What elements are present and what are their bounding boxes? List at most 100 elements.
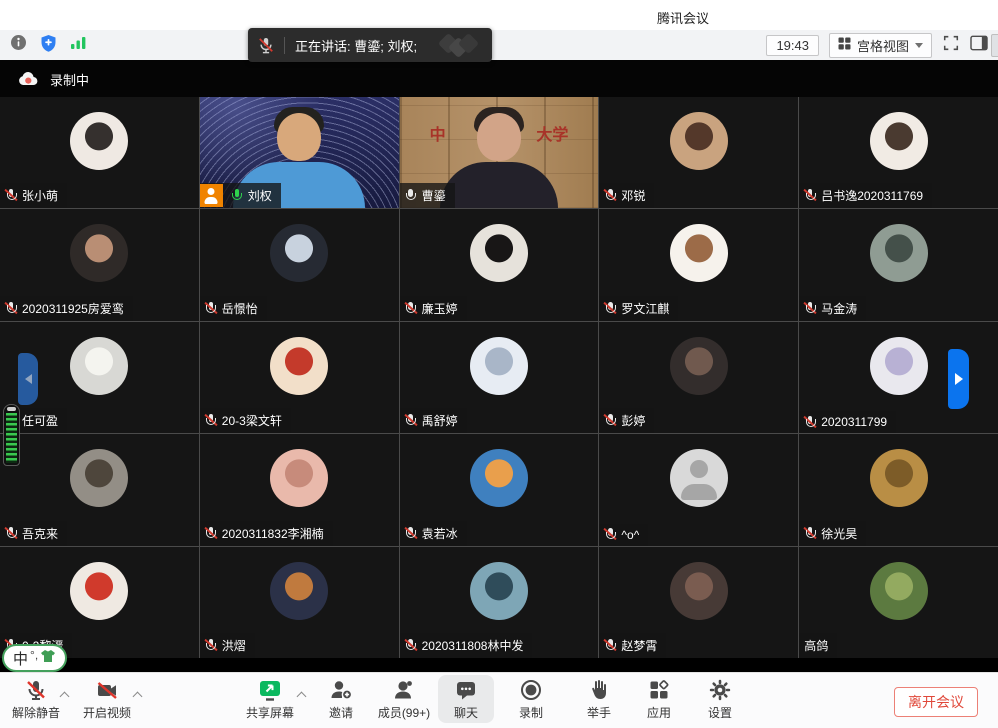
mic-status-icon bbox=[205, 302, 217, 315]
participant-tile[interactable]: 徐光昊 bbox=[799, 434, 998, 545]
participant-tile[interactable]: ^o^ bbox=[599, 434, 798, 545]
participant-tile[interactable]: 罗文江麒 bbox=[599, 209, 798, 320]
share-screen-label: 共享屏幕 bbox=[246, 704, 294, 721]
participant-tile[interactable]: 20-3梁文轩 bbox=[200, 322, 399, 433]
meeting-info-icon[interactable] bbox=[10, 34, 27, 56]
host-badge bbox=[200, 184, 223, 207]
participant-tile[interactable]: 刘权 bbox=[200, 97, 399, 208]
avatar bbox=[270, 337, 328, 395]
mic-status-icon bbox=[405, 639, 417, 652]
avatar bbox=[870, 562, 928, 620]
name-tag: 洪熠 bbox=[200, 633, 255, 658]
participant-name: 任可盈 bbox=[22, 412, 58, 429]
participant-tile[interactable]: 2020311832李湘楠 bbox=[200, 434, 399, 545]
video-options-chevron[interactable] bbox=[133, 690, 143, 700]
participant-tile[interactable]: 张小萌 bbox=[0, 97, 199, 208]
participant-name: 曹鎏 bbox=[422, 187, 446, 204]
participant-tile[interactable]: 洪熠 bbox=[200, 547, 399, 658]
mic-status-icon bbox=[804, 302, 816, 315]
participant-tile[interactable]: 高鸽 bbox=[799, 547, 998, 658]
name-tag: 2020311832李湘楠 bbox=[200, 521, 333, 546]
avatar bbox=[70, 562, 128, 620]
settings-gear-icon bbox=[708, 678, 732, 702]
ime-status-popup[interactable]: 中 °, bbox=[2, 644, 67, 672]
members-icon bbox=[392, 678, 416, 702]
avatar bbox=[470, 449, 528, 507]
participant-name: 20-3梁文轩 bbox=[222, 412, 282, 429]
name-tag: 张小萌 bbox=[0, 183, 67, 208]
participant-tile[interactable]: 赵梦霄 bbox=[599, 547, 798, 658]
name-tag: 赵梦霄 bbox=[599, 633, 666, 658]
watermark-logo bbox=[441, 36, 476, 55]
name-tag: 邓锐 bbox=[599, 183, 654, 208]
raise-hand-label: 举手 bbox=[587, 704, 611, 721]
edge-widget[interactable] bbox=[991, 34, 998, 57]
name-tag: 廉玉婷 bbox=[400, 296, 467, 321]
share-options-chevron[interactable] bbox=[297, 690, 307, 700]
unmute-label: 解除静音 bbox=[12, 704, 60, 721]
window-title: 腾讯会议 bbox=[657, 8, 709, 27]
side-panel-button[interactable] bbox=[970, 35, 988, 56]
shirt-icon bbox=[40, 649, 56, 667]
settings-button[interactable]: 设置 bbox=[682, 678, 758, 721]
name-tag: 彭婷 bbox=[599, 408, 654, 433]
avatar bbox=[270, 224, 328, 282]
participant-tile[interactable]: 邓锐 bbox=[599, 97, 798, 208]
recording-label: 录制中 bbox=[50, 70, 89, 89]
mic-status-icon bbox=[604, 639, 616, 652]
mic-status-icon bbox=[5, 302, 17, 315]
mic-options-chevron[interactable] bbox=[60, 690, 70, 700]
participant-tile[interactable]: 中大学 曹鎏 bbox=[400, 97, 599, 208]
mic-status-icon bbox=[604, 528, 616, 541]
avatar bbox=[470, 224, 528, 282]
avatar bbox=[70, 449, 128, 507]
participant-tile[interactable]: 吾克来 bbox=[0, 434, 199, 545]
participant-tile[interactable]: 2020311808林中发 bbox=[400, 547, 599, 658]
participant-tile[interactable]: 彭婷 bbox=[599, 322, 798, 433]
meeting-timer: 19:43 bbox=[766, 35, 819, 56]
backdrop-text: 中大学 bbox=[400, 121, 599, 145]
mic-status-icon bbox=[804, 416, 816, 429]
chat-button[interactable]: 聊天 bbox=[438, 675, 494, 723]
avatar bbox=[470, 337, 528, 395]
next-page-button[interactable] bbox=[948, 349, 969, 409]
participant-grid: 张小萌 刘权 中大学 曹鎏 邓锐 bbox=[0, 97, 998, 658]
avatar bbox=[70, 337, 128, 395]
fullscreen-button[interactable] bbox=[942, 34, 960, 57]
security-shield-icon[interactable] bbox=[40, 34, 57, 57]
participant-tile[interactable]: 岳憬怡 bbox=[200, 209, 399, 320]
settings-label: 设置 bbox=[708, 704, 732, 721]
grid-view-icon bbox=[838, 37, 851, 53]
chat-icon bbox=[454, 678, 478, 702]
speaking-toast: 正在讲话: 曹鎏; 刘权; bbox=[248, 28, 492, 62]
participant-tile[interactable]: 吕书逸2020311769 bbox=[799, 97, 998, 208]
participant-tile[interactable]: 0-2黎溍 bbox=[0, 547, 199, 658]
participant-tile[interactable]: 廉玉婷 bbox=[400, 209, 599, 320]
name-tag: 20-3梁文轩 bbox=[200, 408, 291, 433]
network-signal-icon[interactable] bbox=[70, 35, 87, 55]
apps-label: 应用 bbox=[647, 704, 671, 721]
divider bbox=[284, 37, 285, 54]
participant-tile[interactable]: 2020311925房爱鸾 bbox=[0, 209, 199, 320]
leave-meeting-button[interactable]: 离开会议 bbox=[894, 687, 978, 717]
members-button[interactable]: 成员(99+) bbox=[364, 678, 444, 721]
participant-tile[interactable]: 禹舒婷 bbox=[400, 322, 599, 433]
view-mode-dropdown[interactable]: 宫格视图 bbox=[829, 33, 932, 58]
avatar bbox=[870, 224, 928, 282]
avatar bbox=[670, 337, 728, 395]
participant-name: 吕书逸2020311769 bbox=[821, 187, 923, 204]
name-tag: 岳憬怡 bbox=[200, 296, 267, 321]
participant-name: 2020311832李湘楠 bbox=[222, 525, 324, 542]
name-tag: 袁若冰 bbox=[400, 521, 467, 546]
name-tag: 2020311799 bbox=[799, 411, 896, 433]
prev-page-button[interactable] bbox=[18, 353, 38, 405]
participant-tile[interactable]: 袁若冰 bbox=[400, 434, 599, 545]
participant-name: 张小萌 bbox=[22, 187, 58, 204]
invite-icon bbox=[329, 678, 353, 702]
apps-icon bbox=[647, 678, 671, 702]
avatar bbox=[70, 224, 128, 282]
record-button[interactable]: 录制 bbox=[493, 678, 569, 721]
participant-tile[interactable]: 马金涛 bbox=[799, 209, 998, 320]
speaking-now-text: 正在讲话: 曹鎏; 刘权; bbox=[295, 36, 417, 55]
mic-status-icon bbox=[804, 189, 816, 202]
